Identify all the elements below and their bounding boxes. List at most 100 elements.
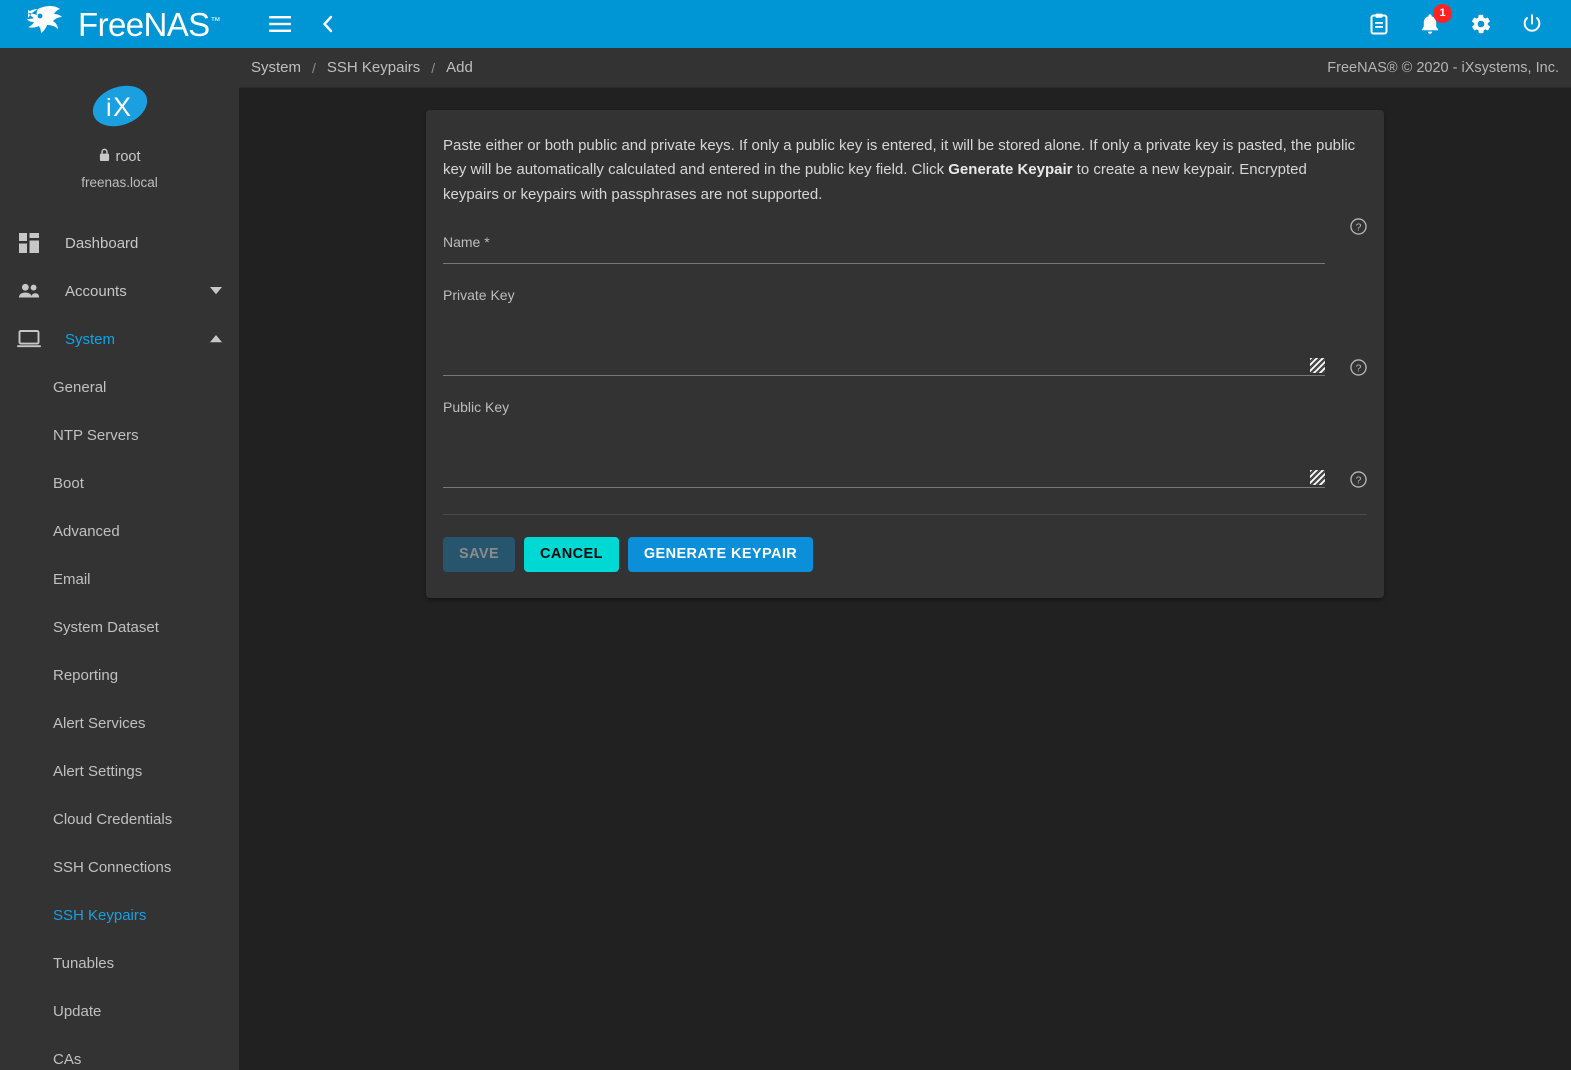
sidebar-item-reporting[interactable]: Reporting xyxy=(0,651,239,699)
hamburger-menu-icon[interactable] xyxy=(263,7,297,41)
sidebar-username: root xyxy=(116,150,141,165)
clipboard-icon[interactable] xyxy=(1362,7,1396,41)
sidebar-hostname: freenas.local xyxy=(0,176,239,190)
breadcrumb-separator: / xyxy=(422,60,444,76)
private-key-textarea-wrapper xyxy=(443,308,1325,376)
top-bar: FreeNAS™ xyxy=(0,0,1571,48)
sidebar-item-dashboard-label: Dashboard xyxy=(46,235,207,252)
breadcrumb-item-add: Add xyxy=(444,59,475,76)
dashboard-grid-icon xyxy=(12,233,46,253)
brand-trademark: ™ xyxy=(211,16,220,27)
brand-name: FreeNAS™ xyxy=(78,8,220,41)
cancel-button[interactable]: CANCEL xyxy=(524,537,619,572)
breadcrumb-bar: System / SSH Keypairs / Add FreeNAS® © 2… xyxy=(239,48,1571,88)
sidebar-item-accounts-label: Accounts xyxy=(46,283,207,300)
public-key-resize-grip-icon[interactable] xyxy=(1310,470,1325,485)
topbar-left-controls xyxy=(239,0,345,48)
public-key-field-group: Public Key ? xyxy=(443,376,1367,488)
sidebar-username-row: root xyxy=(0,148,239,166)
sidebar-item-tunables[interactable]: Tunables xyxy=(0,939,239,987)
sidebar-item-tunables-label: Tunables xyxy=(53,955,114,972)
sidebar-item-reporting-label: Reporting xyxy=(53,667,118,684)
ssh-keypair-form: Name * ? Private Key xyxy=(426,211,1384,515)
svg-text:?: ? xyxy=(1356,363,1362,374)
copyright-text: FreeNAS® © 2020 - iXsystems, Inc. xyxy=(1327,60,1561,76)
generate-keypair-button[interactable]: GENERATE KEYPAIR xyxy=(628,537,813,572)
ssh-keypair-form-card: Paste either or both public and private … xyxy=(426,110,1384,598)
private-key-field-group: Private Key ? xyxy=(443,264,1367,376)
name-help-circle-icon[interactable]: ? xyxy=(1350,218,1367,235)
breadcrumb-separator: / xyxy=(303,60,325,76)
private-key-help-circle-icon[interactable]: ? xyxy=(1350,359,1367,376)
sidebar-item-update[interactable]: Update xyxy=(0,987,239,1035)
sidebar-item-general[interactable]: General xyxy=(0,363,239,411)
sidebar-item-alert-services[interactable]: Alert Services xyxy=(0,699,239,747)
svg-text:?: ? xyxy=(1356,222,1362,233)
sidebar-item-advanced-label: Advanced xyxy=(53,523,120,540)
sidebar-nav: Dashboard Accounts xyxy=(0,219,239,1070)
topbar-right-controls: 1 xyxy=(1362,0,1571,48)
people-icon xyxy=(12,283,46,299)
svg-text:?: ? xyxy=(1356,475,1362,486)
public-key-textarea[interactable] xyxy=(443,420,1325,487)
bell-icon[interactable]: 1 xyxy=(1413,7,1447,41)
svg-text:i: i xyxy=(106,94,112,122)
body-row: i X root freenas.local xyxy=(0,48,1571,1070)
brand-logo-area[interactable]: FreeNAS™ xyxy=(0,0,239,48)
power-icon[interactable] xyxy=(1515,7,1549,41)
sidebar-item-cloud-credentials[interactable]: Cloud Credentials xyxy=(0,795,239,843)
public-key-textarea-wrapper xyxy=(443,420,1325,488)
monitor-icon xyxy=(12,330,46,348)
sidebar-item-email[interactable]: Email xyxy=(0,555,239,603)
freenas-fish-logo-icon xyxy=(25,5,69,44)
sidebar-item-alert-services-label: Alert Services xyxy=(53,715,146,732)
sidebar-item-dashboard[interactable]: Dashboard xyxy=(0,219,239,267)
sidebar-item-ssh-connections[interactable]: SSH Connections xyxy=(0,843,239,891)
sidebar-item-system-dataset[interactable]: System Dataset xyxy=(0,603,239,651)
sidebar: i X root freenas.local xyxy=(0,48,239,1070)
sidebar-item-alert-settings[interactable]: Alert Settings xyxy=(0,747,239,795)
breadcrumb-item-ssh-keypairs[interactable]: SSH Keypairs xyxy=(325,59,422,76)
gear-icon[interactable] xyxy=(1464,7,1498,41)
svg-text:X: X xyxy=(113,92,131,122)
notification-badge: 1 xyxy=(1433,4,1452,23)
sidebar-item-system[interactable]: System xyxy=(0,315,239,363)
save-button[interactable]: SAVE xyxy=(443,537,515,572)
name-field-group: Name * ? xyxy=(443,211,1367,264)
sidebar-item-cas[interactable]: CAs xyxy=(0,1035,239,1070)
private-key-field-label: Private Key xyxy=(443,288,1367,302)
sidebar-system-submenu: General NTP Servers Boot Advanced Email … xyxy=(0,363,239,1070)
form-description: Paste either or both public and private … xyxy=(426,110,1384,211)
sidebar-item-general-label: General xyxy=(53,379,106,396)
sidebar-item-accounts[interactable]: Accounts xyxy=(0,267,239,315)
form-description-bold: Generate Keypair xyxy=(948,161,1072,178)
lock-icon xyxy=(99,148,110,166)
chevron-up-icon[interactable] xyxy=(207,335,225,343)
sidebar-item-ssh-keypairs[interactable]: SSH Keypairs xyxy=(0,891,239,939)
content-area: Paste either or both public and private … xyxy=(239,88,1571,1070)
sidebar-item-email-label: Email xyxy=(53,571,91,588)
chevron-down-icon[interactable] xyxy=(207,287,225,295)
sidebar-item-boot[interactable]: Boot xyxy=(0,459,239,507)
sidebar-item-ntp-servers[interactable]: NTP Servers xyxy=(0,411,239,459)
sidebar-item-system-label: System xyxy=(46,331,207,348)
breadcrumb: System / SSH Keypairs / Add xyxy=(249,59,475,76)
sidebar-item-ssh-connections-label: SSH Connections xyxy=(53,859,171,876)
breadcrumb-item-system[interactable]: System xyxy=(249,59,303,76)
private-key-textarea[interactable] xyxy=(443,308,1325,375)
sidebar-item-update-label: Update xyxy=(53,1003,101,1020)
freenas-app: FreeNAS™ xyxy=(0,0,1571,1070)
form-actions: SAVE CANCEL GENERATE KEYPAIR xyxy=(426,515,1384,598)
ix-systems-logo-icon: i X xyxy=(89,78,151,134)
sidebar-item-cas-label: CAs xyxy=(53,1051,81,1068)
topbar-spacer xyxy=(345,0,1362,48)
sidebar-item-system-dataset-label: System Dataset xyxy=(53,619,159,636)
main-area: System / SSH Keypairs / Add FreeNAS® © 2… xyxy=(239,48,1571,1070)
sidebar-item-advanced[interactable]: Advanced xyxy=(0,507,239,555)
public-key-help-circle-icon[interactable]: ? xyxy=(1350,471,1367,488)
chevron-left-icon[interactable] xyxy=(311,7,345,41)
name-field-label: Name * xyxy=(443,235,1367,249)
private-key-resize-grip-icon[interactable] xyxy=(1310,358,1325,373)
sidebar-item-alert-settings-label: Alert Settings xyxy=(53,763,142,780)
public-key-field-label: Public Key xyxy=(443,400,1367,414)
